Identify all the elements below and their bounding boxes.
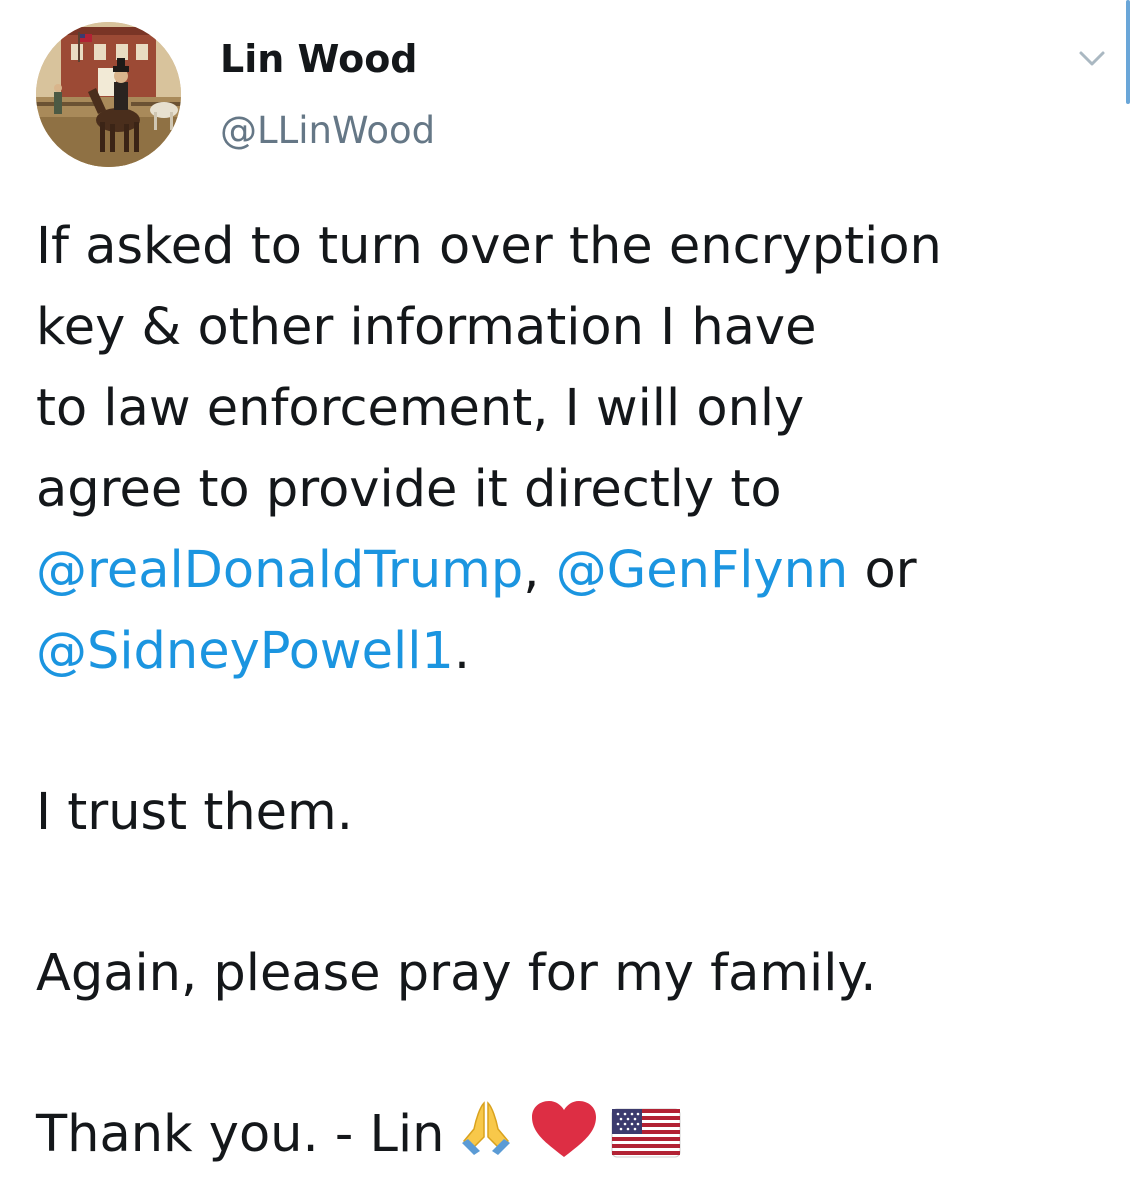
display-name[interactable]: Lin Wood	[220, 36, 418, 82]
tweet-line: Again, please pray for my family.	[36, 944, 877, 1003]
tweet-text: If asked to turn over the encryption key…	[36, 206, 1116, 1175]
mention-link[interactable]: @GenFlynn	[556, 541, 849, 600]
tweet-line: key & other information I have	[36, 298, 817, 357]
tweet-line-mentions: @realDonaldTrump, @GenFlynn or	[36, 530, 1116, 611]
comma-text: ,	[523, 541, 540, 600]
user-handle[interactable]: @LLinWood	[220, 108, 435, 154]
tweet-line: If asked to turn over the encryption	[36, 217, 942, 276]
tweet-line: I trust them.	[36, 783, 353, 842]
mention-link[interactable]: @realDonaldTrump	[36, 541, 523, 600]
tweet-line: agree to provide it directly to	[36, 460, 782, 519]
tweet-line: to law enforcement, I will only	[36, 379, 805, 438]
chevron-down-icon[interactable]	[1072, 44, 1112, 74]
folded-hands-icon	[462, 1101, 511, 1155]
tweet-line-signoff: Thank you. - Lin	[36, 1094, 1116, 1175]
period-text: .	[453, 622, 471, 681]
us-flag-icon	[611, 1108, 681, 1158]
tweet-line-mentions: @SidneyPowell1.	[36, 611, 1116, 692]
scroll-indicator	[1126, 0, 1130, 104]
red-heart-icon	[532, 1101, 597, 1157]
or-text: or	[864, 541, 917, 600]
mention-link[interactable]: @SidneyPowell1	[36, 622, 454, 681]
signoff-text: Thank you. - Lin	[36, 1105, 445, 1164]
profile-avatar[interactable]	[36, 22, 181, 167]
avatar-image	[36, 22, 181, 167]
tweet-card: Lin Wood @LLinWood If asked to turn over…	[0, 0, 1134, 1200]
